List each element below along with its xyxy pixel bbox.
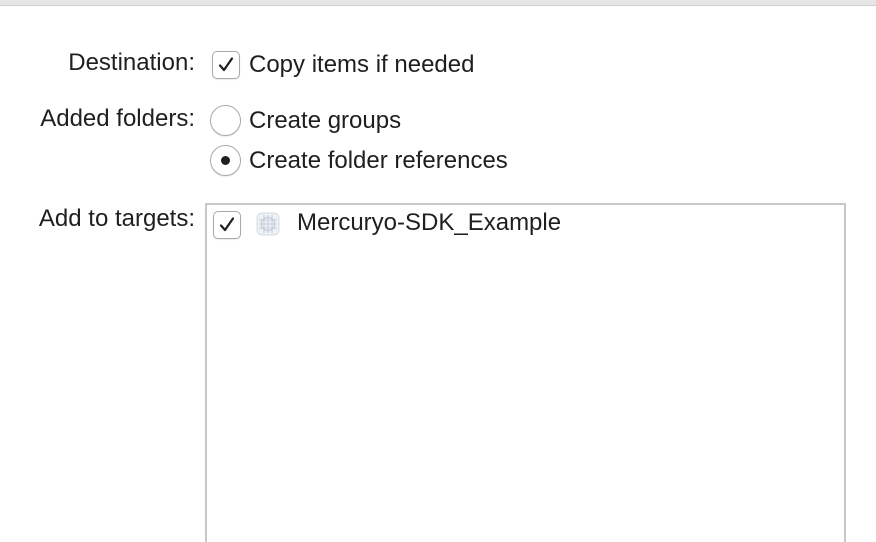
destination-label: Destination:: [68, 49, 195, 76]
create-folder-references-label[interactable]: Create folder references: [249, 146, 508, 176]
target-checkbox[interactable]: [213, 211, 241, 239]
copy-items-label[interactable]: Copy items if needed: [249, 50, 474, 80]
targets-list[interactable]: [205, 203, 846, 542]
copy-items-checkbox[interactable]: [212, 51, 240, 79]
checkmark-icon: [219, 217, 235, 232]
added-folders-label: Added folders:: [40, 105, 195, 132]
checkmark-icon: [218, 57, 234, 72]
add-to-targets-label: Add to targets:: [38, 205, 195, 232]
create-folder-references-radio[interactable]: [210, 145, 241, 176]
create-groups-radio[interactable]: [210, 105, 241, 136]
create-groups-label[interactable]: Create groups: [249, 106, 401, 136]
target-name[interactable]: Mercuryo-SDK_Example: [297, 208, 561, 238]
app-target-icon: [256, 212, 280, 236]
top-divider: [0, 0, 876, 6]
radio-selected-dot: [221, 156, 230, 165]
